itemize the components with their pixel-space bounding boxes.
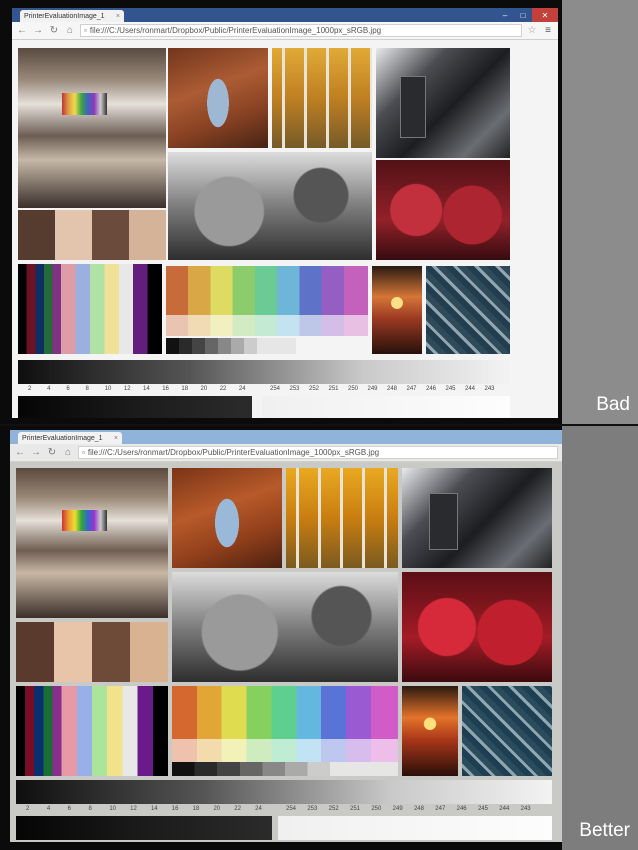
strawberries-image bbox=[376, 160, 510, 260]
address-bar[interactable]: ▫ file:///C:/Users/ronmart/Dropbox/Publi… bbox=[80, 24, 522, 37]
address-bar[interactable]: ▫ file:///C:/Users/ronmart/Dropbox/Publi… bbox=[78, 446, 558, 459]
tab-title: PrinterEvaluationImage_1 bbox=[22, 434, 103, 442]
sunset-image bbox=[402, 686, 458, 776]
fabric-image bbox=[462, 686, 552, 776]
electronics-image bbox=[376, 48, 510, 158]
tab-title: PrinterEvaluationImage_1 bbox=[24, 12, 105, 20]
window-close-icon[interactable]: ✕ bbox=[532, 8, 558, 22]
close-icon[interactable]: × bbox=[116, 13, 120, 20]
star-icon[interactable]: ☆ bbox=[526, 25, 538, 36]
reload-icon[interactable]: ↻ bbox=[48, 25, 60, 36]
image-viewport: 2 4 6 8 10 12 14 16 18 20 22 24 254 253 252 251 250 249 2… bbox=[10, 462, 562, 842]
ramp-scale-high: 254 253 252 251 250 249 248 247 246 245 244 243 bbox=[270, 386, 495, 392]
home-icon[interactable]: ⌂ bbox=[62, 447, 74, 458]
rock-arch-image bbox=[172, 468, 282, 568]
browser-window: PrinterEvaluationImage_1 × – □ ✕ ← → ↻ ⌂… bbox=[12, 8, 558, 418]
aspen-trees-image bbox=[272, 48, 372, 148]
color-bars-image bbox=[18, 264, 162, 354]
light-steps-image bbox=[262, 396, 510, 418]
ramp-scale-high: 254 253 252 251 250 249 248 247 246 245 244 243 bbox=[286, 806, 531, 812]
electronics-image bbox=[402, 468, 552, 568]
faces-image bbox=[16, 622, 168, 682]
sunset-image bbox=[372, 266, 422, 354]
close-icon[interactable]: × bbox=[114, 435, 118, 442]
url-text: file:///C:/Users/ronmart/Dropbox/Public/… bbox=[89, 26, 382, 35]
still-life-image bbox=[16, 468, 168, 618]
toolbar: ← → ↻ ⌂ ▫ file:///C:/Users/ronmart/Dropb… bbox=[12, 22, 558, 40]
browser-tab[interactable]: PrinterEvaluationImage_1 × bbox=[20, 10, 124, 22]
gray-ramp-image bbox=[18, 360, 510, 384]
browser-window: PrinterEvaluationImage_1 × ← → ↻ ⌂ ▫ fil… bbox=[10, 430, 562, 842]
gray-patches-image bbox=[166, 338, 296, 354]
title-bar: PrinterEvaluationImage_1 × bbox=[10, 430, 562, 444]
hamburger-menu-icon[interactable]: ≡ bbox=[542, 25, 554, 36]
dark-steps-image bbox=[16, 816, 272, 840]
arrow-right-icon[interactable]: → bbox=[30, 447, 42, 458]
window-controls: – □ ✕ bbox=[496, 8, 558, 22]
light-steps-image bbox=[278, 816, 552, 840]
page-icon: ▫ bbox=[82, 448, 85, 457]
strawberries-image bbox=[402, 572, 552, 682]
gray-ramp-image bbox=[16, 780, 552, 804]
side-strip: Bad bbox=[562, 0, 638, 424]
page-icon: ▫ bbox=[84, 26, 87, 35]
faces-image bbox=[18, 210, 166, 260]
browser-tab[interactable]: PrinterEvaluationImage_1 × bbox=[18, 432, 122, 444]
maximize-icon[interactable]: □ bbox=[514, 8, 532, 22]
arrow-left-icon[interactable]: ← bbox=[14, 447, 26, 458]
reload-icon[interactable]: ↻ bbox=[46, 447, 58, 458]
dark-steps-image bbox=[18, 396, 252, 418]
still-life-image bbox=[18, 48, 166, 208]
image-viewport: 2 4 6 8 10 12 14 16 18 20 22 24 254 253 252 251 250 249 2… bbox=[12, 40, 558, 418]
spheres-image bbox=[168, 152, 372, 260]
title-bar: PrinterEvaluationImage_1 × – □ ✕ bbox=[12, 8, 558, 22]
rock-arch-image bbox=[168, 48, 268, 148]
panel-label: Bad bbox=[596, 394, 630, 415]
spheres-image bbox=[172, 572, 398, 682]
url-text: file:///C:/Users/ronmart/Dropbox/Public/… bbox=[87, 448, 380, 457]
fabric-image bbox=[426, 266, 510, 354]
aspen-trees-image bbox=[286, 468, 398, 568]
side-strip: Better bbox=[562, 426, 638, 850]
gray-patches-image bbox=[172, 762, 398, 776]
arrow-left-icon[interactable]: ← bbox=[16, 25, 28, 36]
color-patches-image bbox=[172, 686, 398, 762]
panel-label: Better bbox=[579, 820, 630, 841]
panel-bad: PrinterEvaluationImage_1 × – □ ✕ ← → ↻ ⌂… bbox=[0, 0, 638, 424]
arrow-right-icon[interactable]: → bbox=[32, 25, 44, 36]
color-bars-image bbox=[16, 686, 168, 776]
home-icon[interactable]: ⌂ bbox=[64, 25, 76, 36]
color-patches-image bbox=[166, 266, 368, 336]
ramp-scale-low: 2 4 6 8 10 12 14 16 18 20 22 24 bbox=[26, 806, 262, 812]
toolbar: ← → ↻ ⌂ ▫ file:///C:/Users/ronmart/Dropb… bbox=[10, 444, 562, 462]
panel-better: PrinterEvaluationImage_1 × ← → ↻ ⌂ ▫ fil… bbox=[0, 426, 638, 850]
minimize-icon[interactable]: – bbox=[496, 8, 514, 22]
ramp-scale-low: 2 4 6 8 10 12 14 16 18 20 22 24 bbox=[28, 386, 246, 392]
